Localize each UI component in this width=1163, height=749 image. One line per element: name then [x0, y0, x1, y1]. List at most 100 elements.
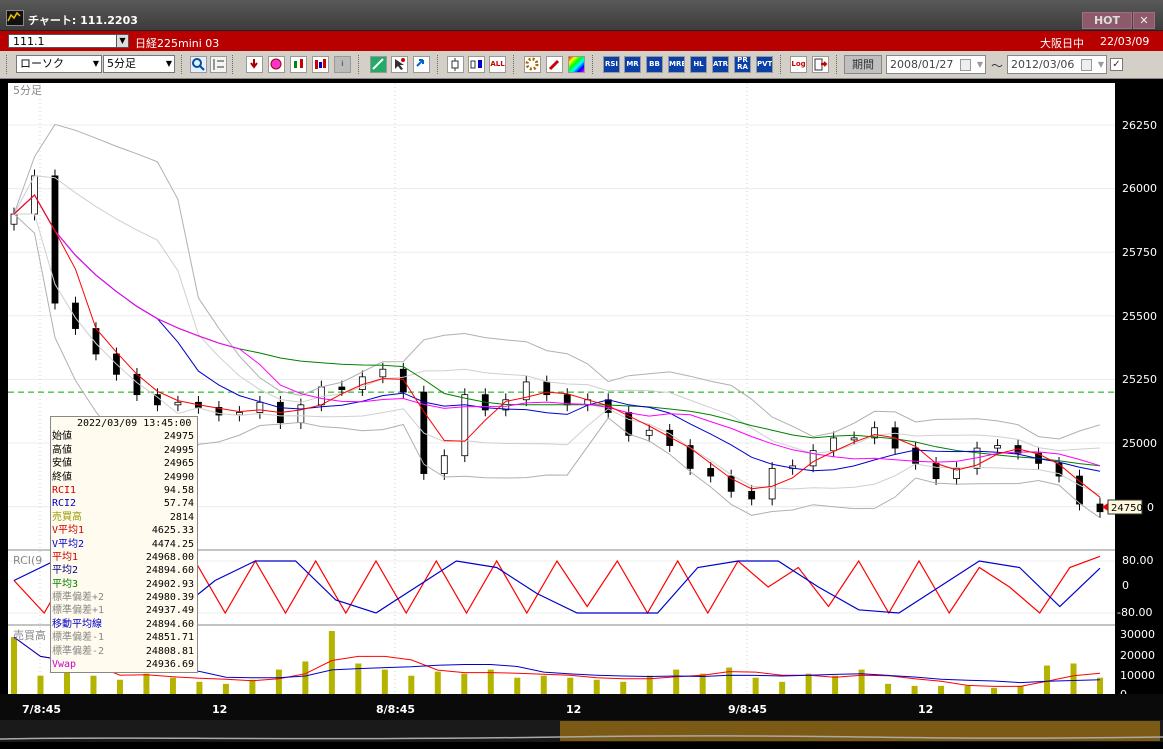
info-label: 高値	[52, 444, 72, 456]
chevron-down-icon: ▼	[976, 60, 983, 69]
date-from-field[interactable]: 2008/01/27 ▼	[886, 55, 986, 74]
chart-style-select[interactable]: ローソク ▼	[16, 55, 102, 73]
info-label: 標準偏差+1	[52, 605, 105, 617]
settings-gear-icon[interactable]	[524, 56, 541, 73]
info-rows: 始値 24975 高値 24995 安値 24965 終値 24990 RCI1 94.58 RCI…	[51, 430, 197, 671]
last-price-value: 24750	[1111, 503, 1143, 514]
volume-bar	[567, 677, 574, 694]
info-value: 24808.81	[145, 645, 194, 657]
info-label: 終値	[52, 471, 72, 483]
info-label: 標準偏差-1	[52, 632, 105, 644]
window-title: チャート: 111.2203	[28, 14, 138, 27]
symbol-date: 22/03/09	[1100, 35, 1150, 48]
period-checkbox[interactable]: ✓	[1110, 58, 1123, 71]
volume-bar	[593, 679, 600, 694]
volume-bar	[11, 637, 17, 694]
atr-indicator-icon[interactable]: ATR	[712, 56, 729, 73]
info-label: Vwap	[52, 659, 77, 671]
info-icon[interactable]: i	[334, 56, 351, 73]
info-label: V平均2	[52, 538, 85, 550]
info-value: 2814	[169, 511, 194, 523]
volume-bar	[461, 673, 468, 694]
candle-down	[932, 462, 940, 480]
info-row: 平均1 24968.00	[51, 551, 197, 564]
volume-tick: 20000	[1120, 649, 1155, 662]
chevron-down-icon: ▼	[92, 59, 99, 68]
undo-icon[interactable]	[413, 56, 430, 73]
period-button[interactable]: 期間	[844, 55, 882, 74]
info-value: 24965	[163, 458, 194, 470]
volume-bar	[540, 675, 547, 694]
info-label: 標準偏差-2	[52, 645, 105, 657]
bb-indicator-icon[interactable]: BB	[646, 56, 663, 73]
log-scale-icon[interactable]: Log	[790, 56, 807, 73]
candle-up	[297, 404, 305, 424]
marker-down-icon[interactable]	[246, 56, 263, 73]
volume-label: 売買高	[13, 628, 46, 642]
title-bar[interactable]: チャート: 111.2203 HOT ✕	[0, 0, 1163, 31]
info-label: 売買高	[52, 511, 82, 523]
date-to-field[interactable]: 2012/03/06 ▼	[1007, 55, 1107, 74]
info-value: 24902.93	[145, 578, 194, 590]
info-row: 始値 24975	[51, 430, 197, 443]
info-label: 移動平均線	[52, 618, 102, 630]
chart-app-icon	[6, 10, 24, 26]
hot-button[interactable]: HOT	[1082, 12, 1132, 29]
pvt-indicator-icon[interactable]: PVT	[756, 56, 773, 73]
chart-area[interactable]: 5分足 RCI(9 売買高 26250 26000 25750 25500 25…	[0, 79, 1163, 749]
multi-candle-icon[interactable]	[312, 56, 329, 73]
mre-indicator-icon[interactable]: MRE	[668, 56, 685, 73]
pointer-icon[interactable]	[391, 56, 408, 73]
info-row: RCI1 94.58	[51, 484, 197, 497]
chevron-down-icon: ▼	[1097, 60, 1104, 69]
volume-bar	[302, 661, 309, 694]
price-tick: 25750	[1122, 246, 1157, 259]
candle-chart-icon[interactable]	[290, 56, 307, 73]
volume-bar	[275, 669, 282, 694]
data-info-panel: 2022/03/09 13:45:00 始値 24975 高値 24995 安値 2496…	[50, 416, 198, 673]
volume-bar	[143, 673, 150, 694]
price-tick: 25500	[1122, 310, 1157, 323]
date-range-tilde: ～	[991, 59, 1004, 73]
hl-indicator-icon[interactable]: HL	[690, 56, 707, 73]
candle-up	[994, 445, 1001, 449]
symbol-code-input[interactable]: 111.1	[8, 34, 118, 48]
candle-up	[174, 401, 182, 406]
prra-indicator-icon[interactable]: PR RA	[734, 56, 751, 73]
export-icon[interactable]	[812, 56, 829, 73]
crosshair-icon[interactable]	[210, 56, 227, 73]
candle-up	[235, 412, 243, 416]
calendar-icon[interactable]	[960, 59, 971, 71]
toolbar-separator	[513, 55, 517, 74]
info-label: 平均2	[52, 565, 79, 577]
symbol-dropdown-button[interactable]: ▼	[116, 34, 129, 48]
calendar-icon[interactable]	[1081, 59, 1092, 71]
candle-down	[72, 302, 79, 329]
wrench-icon[interactable]	[546, 56, 563, 73]
candle-up	[256, 401, 264, 413]
toolbar-grip	[6, 55, 10, 74]
candle-single-icon[interactable]	[447, 56, 464, 73]
candle-up	[830, 437, 838, 452]
info-row: 移動平均線 24894.60	[51, 618, 197, 631]
rci-tick: 0	[1122, 579, 1129, 592]
close-button[interactable]: ✕	[1133, 12, 1155, 29]
info-value: 24851.71	[145, 632, 194, 644]
mr-indicator-icon[interactable]: MR	[624, 56, 641, 73]
rci-tick: 80.00	[1122, 554, 1154, 567]
all-icon[interactable]: ALL	[489, 56, 506, 73]
volume-bar	[116, 679, 123, 694]
info-label: RCI1	[52, 484, 77, 496]
color-palette-icon[interactable]	[568, 56, 585, 73]
zoom-icon[interactable]	[190, 56, 207, 73]
candle-down	[707, 468, 715, 477]
info-row: V平均2 4474.25	[51, 538, 197, 551]
candle-pair-icon[interactable]	[468, 56, 485, 73]
rsi-indicator-icon[interactable]: RSI	[603, 56, 620, 73]
search-chart-icon[interactable]	[268, 56, 285, 73]
draw-line-icon[interactable]	[370, 56, 387, 73]
interval-select[interactable]: 5分足 ▼	[103, 55, 175, 73]
volume-bar	[673, 669, 680, 694]
toolbar-separator	[780, 55, 784, 74]
volume-bar	[37, 675, 44, 694]
